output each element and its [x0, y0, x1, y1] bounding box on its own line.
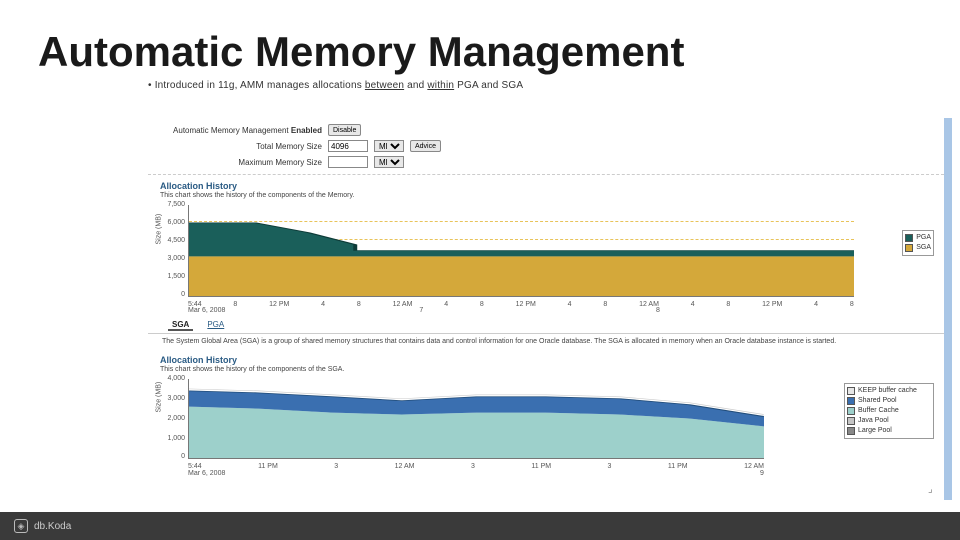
alloc-history-heading-1: Allocation History	[148, 174, 944, 192]
max-memory-row: Maximum Memory Size MB	[148, 154, 944, 170]
sga-description: The System Global Area (SGA) is a group …	[148, 334, 944, 345]
chart2-svg	[189, 379, 764, 458]
brand-name: db.Koda	[34, 521, 71, 532]
max-memory-unit-select[interactable]: MB	[374, 156, 404, 168]
chart1-legend: PGA SGA	[902, 230, 934, 256]
sga-pga-tabs: SGA PGA	[148, 314, 944, 334]
intro-bullet: Introduced in 11g, AMM manages allocatio…	[0, 80, 960, 91]
chart2-legend: KEEP buffer cache Shared Pool Buffer Cac…	[844, 383, 934, 439]
bullet-underline-2: within	[427, 80, 454, 91]
ytick: 3,000	[159, 395, 185, 402]
resize-handle-icon: ⌟	[928, 484, 940, 496]
tab-sga[interactable]: SGA	[168, 320, 193, 331]
oem-panel: Automatic Memory Management Enabled Disa…	[148, 118, 952, 500]
disable-button[interactable]: Disable	[328, 124, 361, 136]
ytick: 2,000	[159, 415, 185, 422]
alloc-history-heading-2: Allocation History	[148, 349, 944, 366]
total-memory-input[interactable]	[328, 140, 368, 152]
tab-pga[interactable]: PGA	[203, 320, 228, 331]
bullet-text-3: PGA and SGA	[454, 80, 523, 91]
chart2-xsub: Mar 6, 2008 9	[188, 470, 764, 477]
ytick: 0	[159, 291, 185, 298]
ytick: 4,000	[159, 375, 185, 382]
sga-allocation-chart: Size (MB) 4,000 3,000 2,000 1,000 0 KEEP…	[188, 379, 764, 459]
amm-status-row: Automatic Memory Management Enabled Disa…	[148, 118, 944, 138]
brand-logo-icon: ◈	[14, 519, 28, 533]
slide-footer: ◈ db.Koda	[0, 512, 960, 540]
bullet-text-2: and	[404, 80, 427, 91]
ytick: 0	[159, 453, 185, 460]
chart1-svg	[189, 205, 854, 296]
ytick: 4,500	[159, 237, 185, 244]
bullet-text: Introduced in 11g, AMM manages allocatio…	[155, 80, 365, 91]
max-memory-label: Maximum Memory Size	[162, 158, 322, 167]
total-memory-unit-select[interactable]: MB	[374, 140, 404, 152]
ytick: 1,500	[159, 273, 185, 280]
total-memory-label: Total Memory Size	[162, 142, 322, 151]
ytick: 7,500	[159, 201, 185, 208]
ytick: 1,000	[159, 435, 185, 442]
alloc-history-desc-2: This chart shows the history of the comp…	[148, 366, 944, 373]
memory-allocation-chart: Size (MB) 7,500 6,000 4,500 3,000 1,500 …	[188, 205, 854, 297]
advice-button[interactable]: Advice	[410, 140, 441, 152]
ytick: 3,000	[159, 255, 185, 262]
max-memory-input[interactable]	[328, 156, 368, 168]
slide-title: Automatic Memory Management	[0, 0, 960, 80]
alloc-history-desc-1: This chart shows the history of the comp…	[148, 192, 944, 199]
chart2-xticks: 5:4411 PM3 12 AM311 PM 311 PM12 AM	[188, 463, 764, 470]
ytick: 6,000	[159, 219, 185, 226]
chart1-xsub: Mar 6, 2008 7 8	[188, 307, 854, 314]
bullet-underline-1: between	[365, 80, 404, 91]
amm-status-label: Automatic Memory Management Enabled	[162, 126, 322, 135]
total-memory-row: Total Memory Size MB Advice	[148, 138, 944, 154]
